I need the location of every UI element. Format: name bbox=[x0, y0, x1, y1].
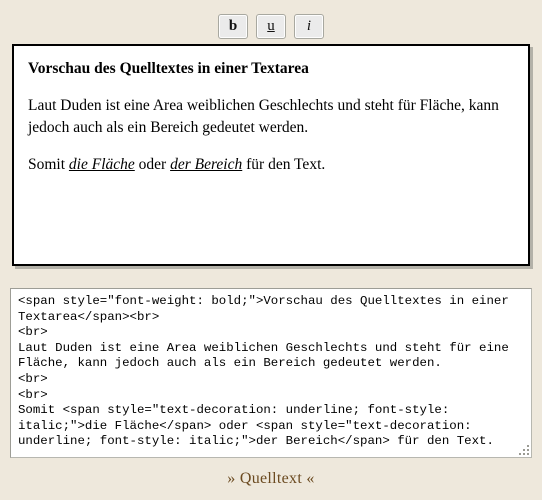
formatting-toolbar: b u i bbox=[0, 14, 542, 42]
preview-closing-lead: Somit bbox=[28, 156, 69, 173]
source-textarea-wrapper bbox=[10, 288, 532, 458]
underline-button[interactable]: u bbox=[256, 14, 286, 39]
italic-button[interactable]: i bbox=[294, 14, 324, 39]
preview-closing-mid: oder bbox=[134, 156, 171, 173]
italic-button-label: i bbox=[306, 18, 312, 34]
source-text-label: » Quelltext « bbox=[227, 470, 315, 487]
preview-heading: Vorschau des Quelltextes in einer Textar… bbox=[28, 60, 309, 77]
preview-paragraph: Laut Duden ist eine Area weiblichen Gesc… bbox=[28, 97, 499, 136]
preview-closing-line: Somit die Fläche oder der Bereich für de… bbox=[28, 154, 514, 176]
preview-closing-tail: für den Text. bbox=[242, 156, 326, 173]
preview-spacer-1 bbox=[28, 80, 514, 95]
source-textarea[interactable] bbox=[10, 288, 532, 458]
source-preview-page: b u i Vorschau des Quelltextes in einer … bbox=[0, 0, 542, 500]
preview-pane: Vorschau des Quelltextes in einer Textar… bbox=[12, 44, 530, 266]
bold-button-label: b bbox=[228, 18, 238, 34]
preview-emphasis-one: die Fläche bbox=[68, 156, 135, 173]
preview-content: Vorschau des Quelltextes in einer Textar… bbox=[14, 46, 528, 186]
bold-button[interactable]: b bbox=[218, 14, 248, 39]
footer-bar: » Quelltext « bbox=[0, 470, 542, 488]
preview-spacer-2 bbox=[28, 139, 514, 154]
preview-emphasis-two: der Bereich bbox=[170, 156, 243, 173]
underline-button-label: u bbox=[267, 18, 275, 34]
